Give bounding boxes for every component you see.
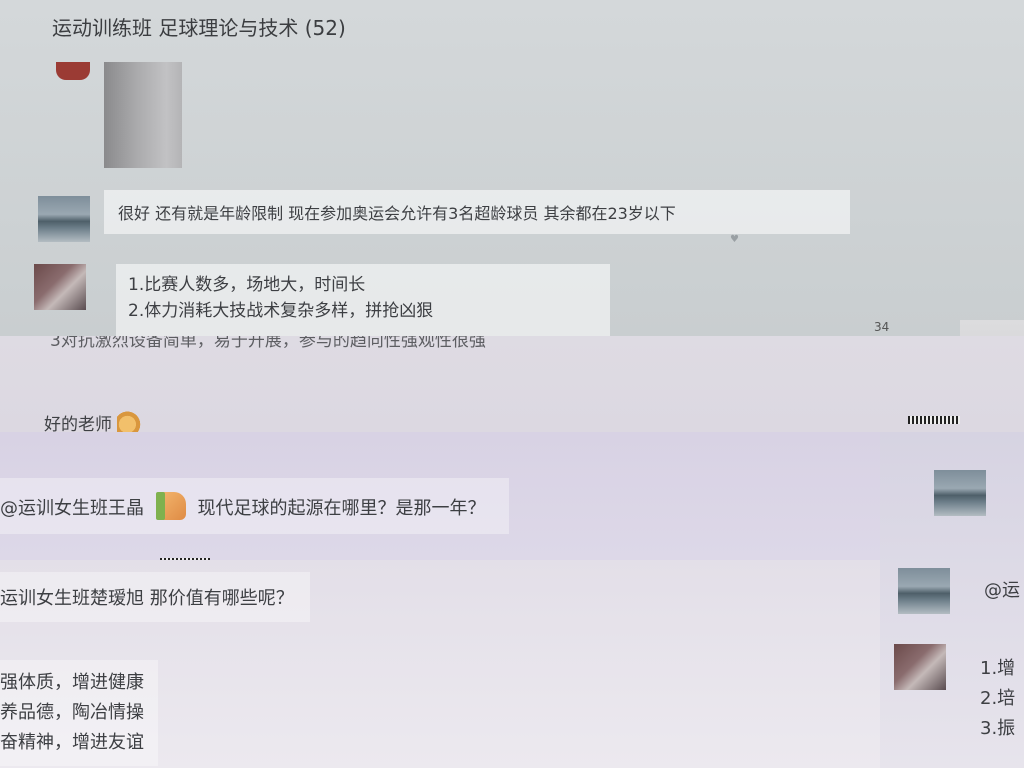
image-message-thumbnail[interactable] bbox=[104, 62, 182, 168]
message-text: 现代足球的起源在哪里？是那一年？ bbox=[197, 498, 486, 519]
mention-text[interactable]: @运训女生班王晶 bbox=[0, 498, 144, 519]
message-text: 很好 还有就是年龄限制 现在参加奥运会允许有3名超龄球员 其余都在23岁以下 bbox=[118, 204, 676, 223]
message-line: 2.体力消耗大技战术复杂多样，拼抢凶狠 bbox=[128, 301, 434, 321]
avatar[interactable] bbox=[934, 470, 986, 516]
message-text: 运训女生班楚瑷旭 那价值有哪些呢？ bbox=[0, 588, 294, 609]
chat-section-middle: 3对抗激烈设备简单，易于开展，参与的趋向性强观性很强 好的老师 bbox=[0, 336, 1024, 432]
sticker-fragment bbox=[56, 62, 90, 80]
message-bubble[interactable]: 1.比赛人数多，场地大，时间长 2.体力消耗大技战术复杂多样，拼抢凶狠 bbox=[116, 264, 610, 336]
message-bubble[interactable]: 运训女生班楚瑷旭 那价值有哪些呢？ bbox=[0, 572, 310, 622]
message-line: 养品德，陶冶情操 bbox=[0, 702, 144, 723]
heart-icon: ♥ bbox=[730, 234, 739, 245]
message-text: 好的老师 bbox=[44, 415, 112, 432]
avatar[interactable] bbox=[34, 264, 86, 310]
glitch-label: 34 bbox=[874, 320, 890, 334]
chat-section-lower: @运训女生班王晶 现代足球的起源在哪里？是那一年？ bbox=[0, 432, 1024, 560]
glitch-artifact bbox=[908, 416, 960, 424]
avatar[interactable] bbox=[898, 568, 950, 614]
ok-hand-icon bbox=[117, 410, 144, 432]
mention-text[interactable]: @运 bbox=[984, 576, 1020, 602]
chat-panel-fragment-right: @运 1.增 2.培 3.振 bbox=[880, 432, 1024, 768]
avatar[interactable] bbox=[38, 196, 90, 242]
message-bubble[interactable]: @运训女生班王晶 现代足球的起源在哪里？是那一年？ bbox=[0, 478, 510, 534]
message-line: 奋精神，增进友谊 bbox=[0, 732, 144, 753]
message-line: 强体质，增进健康 bbox=[0, 672, 144, 693]
message-line: 3对抗激烈设备简单，易于开展，参与的趋向性强观性很强 bbox=[50, 336, 486, 351]
chat-section-top: 运动训练班 足球理论与技术 (52) 很好 还有就是年龄限制 现在参加奥运会允许… bbox=[0, 0, 1024, 336]
chat-section-bottom: 运训女生班楚瑷旭 那价值有哪些呢？ 强体质，增进健康 养品德，陶冶情操 奋精神，… bbox=[0, 560, 1024, 768]
message-line: 1.比赛人数多，场地大，时间长 bbox=[128, 275, 366, 295]
message-line: 3.振 bbox=[980, 718, 1016, 739]
message-bubble[interactable]: 好的老师 bbox=[34, 404, 153, 432]
chat-title: 运动训练班 足球理论与技术 (52) bbox=[52, 16, 346, 40]
message-bubble[interactable]: 很好 还有就是年龄限制 现在参加奥运会允许有3名超龄球员 其余都在23岁以下 bbox=[104, 190, 850, 234]
message-bubble[interactable]: 强体质，增进健康 养品德，陶冶情操 奋精神，增进友谊 bbox=[0, 660, 158, 766]
thumbs-up-icon bbox=[155, 492, 186, 520]
message-line: 1.增 bbox=[980, 658, 1016, 679]
message-line: 2.培 bbox=[980, 688, 1016, 709]
message-bubble[interactable]: 1.增 2.培 3.振 bbox=[980, 654, 1024, 744]
avatar[interactable] bbox=[894, 644, 946, 690]
